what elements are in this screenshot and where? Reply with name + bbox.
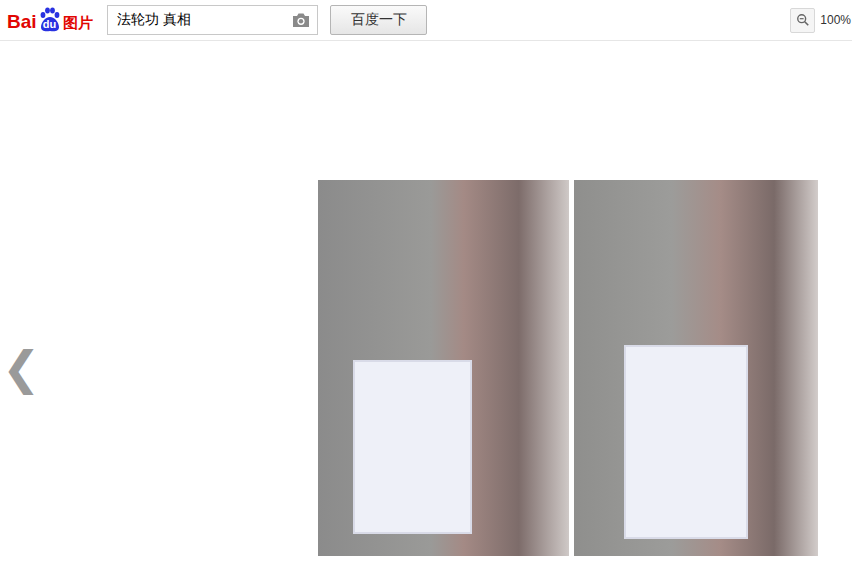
search-button[interactable]: 百度一下 [330,5,427,35]
image-search-page: Baidu图片法轮功 真相百度一下100%❮ [0,0,852,580]
logo-text: Bai [7,11,37,33]
photo-left [318,180,569,556]
logo-text: 图片 [63,13,93,33]
top-bar: Baidu图片法轮功 真相百度一下100% [0,0,852,41]
previous-button[interactable]: ❮ [0,345,318,391]
search-field[interactable]: 法轮功 真相 [107,5,318,35]
banner-shape [353,360,472,534]
banner-shape [624,345,748,539]
paw-logo: du [38,7,62,33]
camera-icon[interactable] [291,12,311,28]
zoom-control: 100% [790,8,852,33]
zoom-out-icon [796,13,810,27]
zoom-out-button[interactable] [790,8,815,33]
search-input[interactable]: 法轮功 真相 [117,11,291,29]
zoom-level: 100% [820,13,851,27]
image-viewer: ❮ [0,41,852,556]
photo[interactable] [318,180,852,556]
baidu-logo[interactable]: Baidu图片 [7,7,99,33]
photo-right [574,180,818,556]
